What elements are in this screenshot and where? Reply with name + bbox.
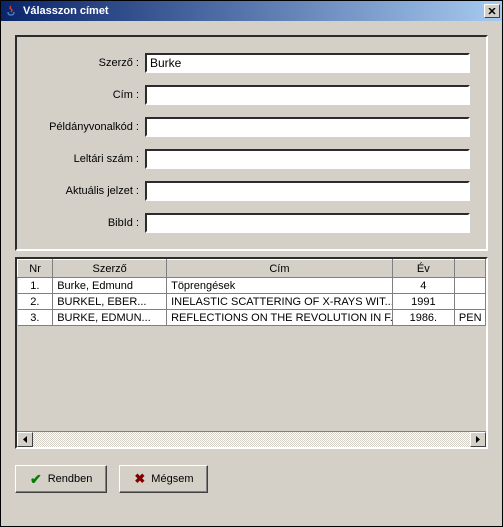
col-header-nr[interactable]: Nr (18, 260, 53, 278)
results-table-panel: Nr Szerző Cím Év 1.Burke, EdmundTöprengé… (15, 257, 488, 449)
cell-nr: 2. (18, 294, 53, 310)
cim-input[interactable] (145, 85, 470, 105)
window-title: Válasszon címet (23, 5, 484, 17)
results-table: Nr Szerző Cím Év 1.Burke, EdmundTöprengé… (17, 259, 486, 326)
scroll-left-button[interactable] (17, 432, 33, 447)
col-header-extra[interactable] (454, 260, 485, 278)
leltari-label: Leltári szám : (17, 153, 145, 165)
bibid-input[interactable] (145, 213, 470, 233)
cell-szerzo: BURKEL, EBER... (53, 294, 167, 310)
cancel-button-label: Mégsem (151, 473, 193, 485)
cell-ev: 1991 (392, 294, 454, 310)
horizontal-scrollbar[interactable] (17, 431, 486, 447)
table-row[interactable]: 1.Burke, EdmundTöprengések4 (18, 278, 486, 294)
cell-szerzo: BURKE, EDMUN... (53, 310, 167, 326)
szerzo-input[interactable] (145, 53, 470, 73)
java-icon (3, 3, 19, 19)
close-button[interactable] (484, 4, 500, 18)
peldany-input[interactable] (145, 117, 470, 137)
col-header-ev[interactable]: Év (392, 260, 454, 278)
cancel-button[interactable]: ✖ Mégsem (119, 465, 208, 493)
cell-ev: 4 (392, 278, 454, 294)
szerzo-label: Szerző : (17, 57, 145, 69)
cell-szerzo: Burke, Edmund (53, 278, 167, 294)
check-icon: ✔ (30, 471, 42, 488)
cell-cim: INELASTIC SCATTERING OF X-RAYS WIT... (167, 294, 393, 310)
cell-ev: 1986. (392, 310, 454, 326)
titlebar: Válasszon címet (1, 1, 502, 21)
cell-cim: REFLECTIONS ON THE REVOLUTION IN F... (167, 310, 393, 326)
scroll-right-button[interactable] (470, 432, 486, 447)
cim-label: Cím : (17, 89, 145, 101)
button-row: ✔ Rendben ✖ Mégsem (15, 465, 488, 493)
cell-extra (454, 294, 485, 310)
peldany-label: Példányvonalkód : (17, 121, 145, 133)
cell-extra (454, 278, 485, 294)
ok-button-label: Rendben (48, 473, 93, 485)
ok-button[interactable]: ✔ Rendben (15, 465, 107, 493)
scroll-track[interactable] (33, 432, 470, 447)
aktualis-label: Aktuális jelzet : (17, 185, 145, 197)
table-row[interactable]: 2.BURKEL, EBER...INELASTIC SCATTERING OF… (18, 294, 486, 310)
cell-nr: 1. (18, 278, 53, 294)
cell-nr: 3. (18, 310, 53, 326)
x-icon: ✖ (134, 471, 145, 487)
col-header-szerzo[interactable]: Szerző (53, 260, 167, 278)
table-row[interactable]: 3.BURKE, EDMUN...REFLECTIONS ON THE REVO… (18, 310, 486, 326)
leltari-input[interactable] (145, 149, 470, 169)
content-area: Szerző : Cím : Példányvonalkód : Leltári… (1, 21, 502, 526)
cell-cim: Töprengések (167, 278, 393, 294)
dialog-window: Válasszon címet Szerző : Cím : Példányvo… (0, 0, 503, 527)
aktualis-input[interactable] (145, 181, 470, 201)
col-header-cim[interactable]: Cím (167, 260, 393, 278)
cell-extra: PEN (454, 310, 485, 326)
bibid-label: BibId : (17, 217, 145, 229)
search-form: Szerző : Cím : Példányvonalkód : Leltári… (15, 35, 488, 251)
